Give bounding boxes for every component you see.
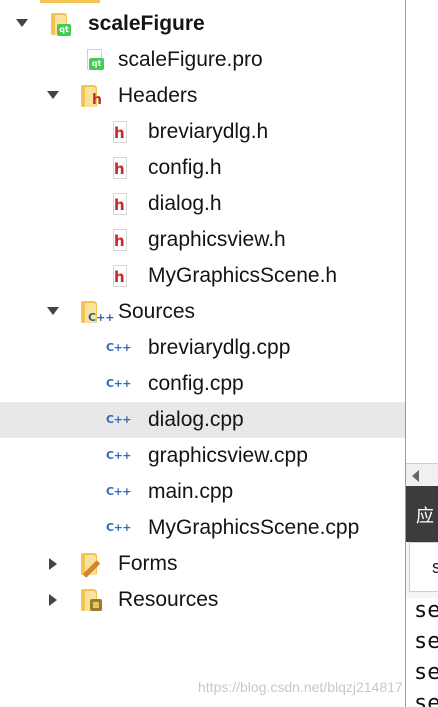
tree-item-header-file[interactable]: h graphicsview.h xyxy=(0,222,405,258)
header-file-icon: h xyxy=(111,193,129,215)
tree-item-source-file-selected[interactable]: C++ dialog.cpp xyxy=(0,402,405,438)
cpp-file-icon: C++ xyxy=(106,377,132,390)
project-tree: qt scaleFigure qt scaleFigure.pro h Head… xyxy=(0,0,405,707)
header-file-label: MyGraphicsScene.h xyxy=(148,264,338,287)
tree-item-forms[interactable]: Forms xyxy=(0,546,405,582)
output-tab[interactable]: s xyxy=(409,542,438,592)
qt-pro-file-icon: qt xyxy=(84,49,108,73)
tree-item-source-file[interactable]: C++ graphicsview.cpp xyxy=(0,438,405,474)
header-file-icon: h xyxy=(111,229,129,251)
source-file-label: graphicsview.cpp xyxy=(148,444,308,467)
source-file-label: dialog.cpp xyxy=(148,408,244,431)
header-file-icon: h xyxy=(111,265,129,287)
tree-item-sources[interactable]: C++ Sources xyxy=(0,294,405,330)
output-panel-header: 应 xyxy=(406,486,438,542)
tree-item-source-file[interactable]: C++ config.cpp xyxy=(0,366,405,402)
header-file-icon: h xyxy=(111,157,129,179)
source-file-label: breviarydlg.cpp xyxy=(148,336,291,359)
forms-folder-label: Forms xyxy=(118,552,178,575)
tree-item-source-file[interactable]: C++ MyGraphicsScene.cpp xyxy=(0,510,405,546)
output-line: se xyxy=(414,691,438,707)
header-file-icon: h xyxy=(111,121,129,143)
output-tab-bar: s xyxy=(406,542,438,598)
output-line: se xyxy=(414,629,438,654)
header-file-label: breviarydlg.h xyxy=(148,120,269,143)
header-file-label: dialog.h xyxy=(148,192,222,215)
sources-folder-label: Sources xyxy=(118,300,196,323)
cpp-file-icon: C++ xyxy=(106,485,132,498)
output-panel-title: 应 xyxy=(416,506,434,527)
cpp-file-icon: C++ xyxy=(106,521,132,534)
headers-folder-label: Headers xyxy=(118,84,198,107)
scroll-left-arrow-icon[interactable] xyxy=(412,470,419,482)
project-name-label: scaleFigure xyxy=(88,12,205,35)
tree-item-source-file[interactable]: C++ breviarydlg.cpp xyxy=(0,330,405,366)
source-file-label: main.cpp xyxy=(148,480,234,503)
header-file-label: graphicsview.h xyxy=(148,228,286,251)
watermark-text: https://blog.csdn.net/blqzj214817 xyxy=(198,679,403,695)
output-text-area[interactable]: se se se se xyxy=(406,598,438,707)
forms-folder-icon xyxy=(80,553,101,578)
editor-area xyxy=(406,0,438,463)
expand-arrow-icon[interactable] xyxy=(16,19,28,27)
tree-item-header-file[interactable]: h dialog.h xyxy=(0,186,405,222)
pro-file-label: scaleFigure.pro xyxy=(118,48,263,71)
resources-folder-label: Resources xyxy=(118,588,219,611)
headers-folder-icon: h xyxy=(80,85,102,107)
tree-item-header-file[interactable]: h breviarydlg.h xyxy=(0,114,405,150)
cpp-file-icon: C++ xyxy=(106,341,132,354)
collapse-arrow-icon[interactable] xyxy=(49,594,57,606)
tree-item-headers[interactable]: h Headers xyxy=(0,78,405,114)
resources-folder-icon xyxy=(80,589,102,611)
tree-item-header-file[interactable]: h MyGraphicsScene.h xyxy=(0,258,405,294)
header-file-label: config.h xyxy=(148,156,222,179)
tree-item-source-file[interactable]: C++ main.cpp xyxy=(0,474,405,510)
cpp-file-icon: C++ xyxy=(106,449,132,462)
tree-item-pro-file[interactable]: qt scaleFigure.pro xyxy=(0,42,405,78)
expand-arrow-icon[interactable] xyxy=(47,307,59,315)
tree-item-header-file[interactable]: h config.h xyxy=(0,150,405,186)
output-tab-label: s xyxy=(432,557,438,577)
sources-folder-icon: C++ xyxy=(80,301,115,324)
source-file-label: MyGraphicsScene.cpp xyxy=(148,516,360,539)
horizontal-scrollbar[interactable] xyxy=(406,463,438,487)
source-file-label: config.cpp xyxy=(148,372,244,395)
tree-item-resources[interactable]: Resources xyxy=(0,582,405,618)
collapse-arrow-icon[interactable] xyxy=(49,558,57,570)
output-line: se xyxy=(414,598,438,623)
cpp-file-icon: C++ xyxy=(106,413,132,426)
previous-item-fragment xyxy=(40,0,100,3)
qt-project-folder-icon: qt xyxy=(50,13,71,36)
output-line: se xyxy=(414,660,438,685)
expand-arrow-icon[interactable] xyxy=(47,91,59,99)
tree-item-project[interactable]: qt scaleFigure xyxy=(0,6,405,42)
